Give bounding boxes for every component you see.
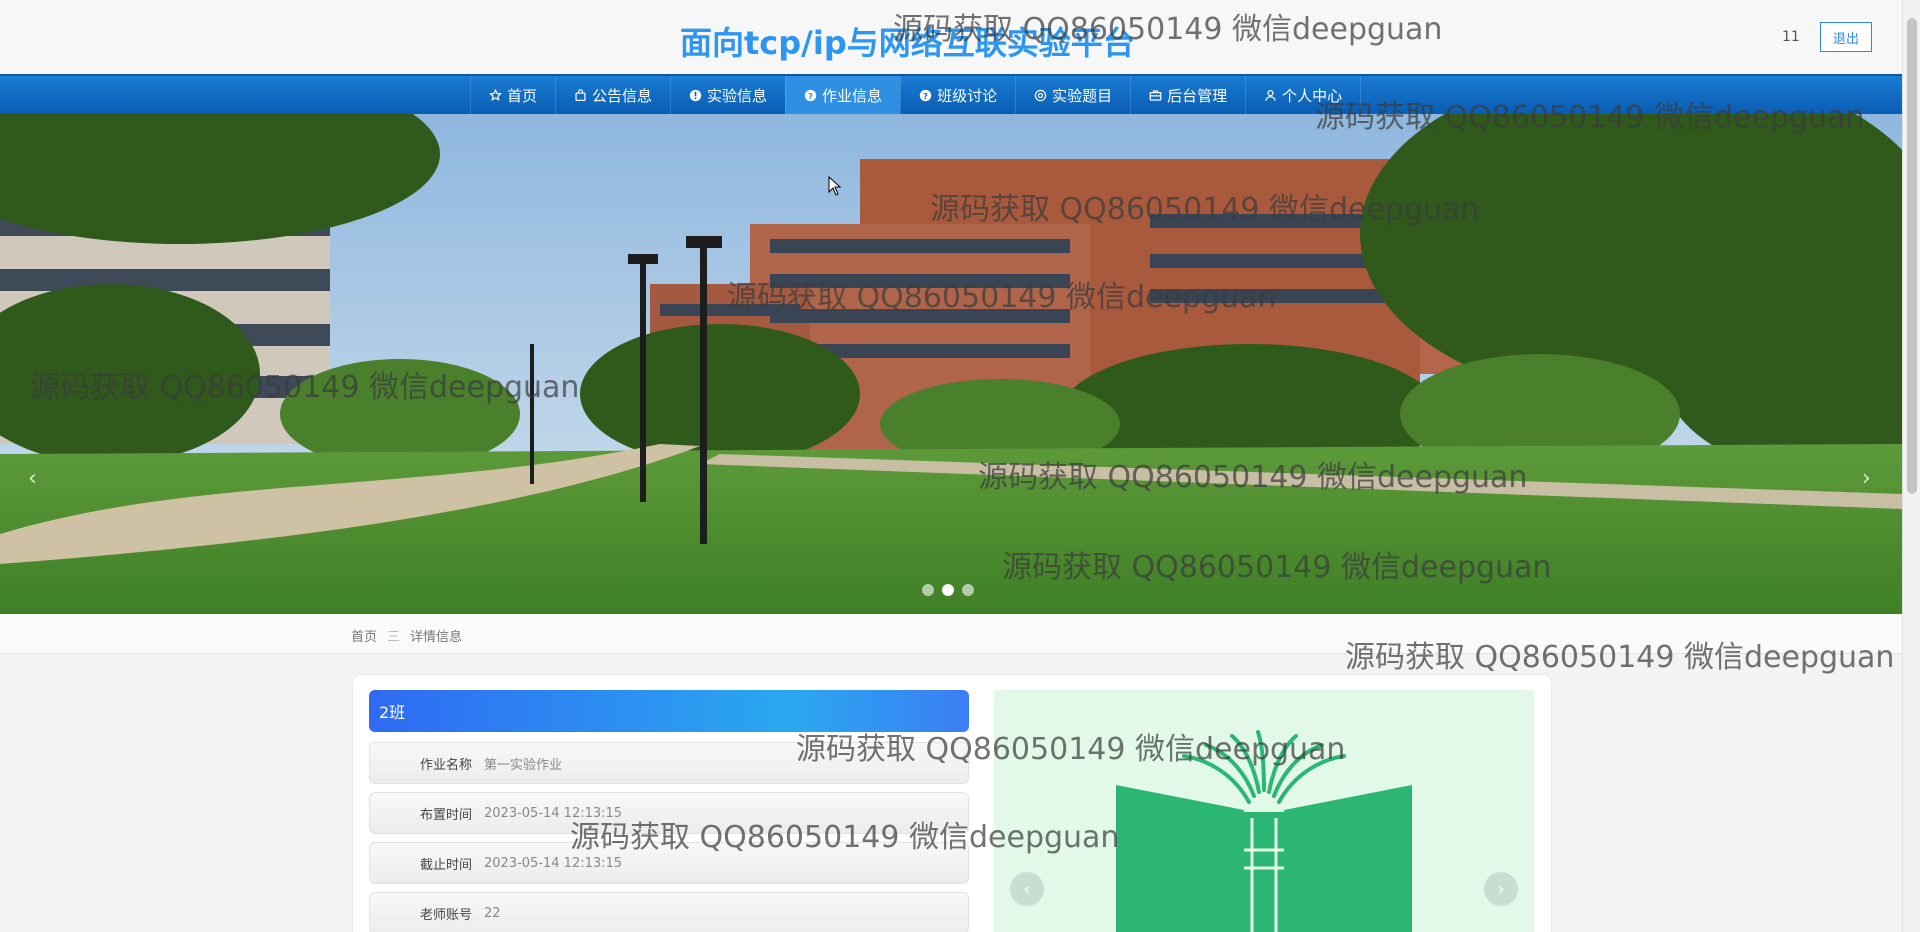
carousel-dot[interactable] bbox=[922, 584, 934, 596]
carousel-dots bbox=[922, 584, 974, 596]
svg-text:?: ? bbox=[808, 90, 813, 100]
breadcrumb-home-link[interactable]: 首页 bbox=[351, 626, 377, 645]
settings-icon bbox=[1034, 89, 1047, 101]
logout-button[interactable]: 退出 bbox=[1820, 22, 1872, 52]
field-label: 老师账号 bbox=[419, 907, 472, 923]
nav-item-experiments[interactable]: 实验信息 bbox=[670, 76, 785, 114]
field-label: 截止时间 bbox=[419, 857, 472, 873]
carousel-dot-active[interactable] bbox=[942, 584, 954, 596]
field-label: 布置时间 bbox=[419, 807, 472, 823]
field-value: 2023-05-14 12:13:15 bbox=[484, 805, 623, 821]
svg-text:?: ? bbox=[923, 90, 928, 100]
nav-item-label: 公告信息 bbox=[592, 86, 653, 105]
field-row-assigned-time: 布置时间 2023-05-14 12:13:15 bbox=[369, 792, 969, 834]
nav-item-homework[interactable]: ? 作业信息 bbox=[785, 76, 901, 114]
mouse-cursor-icon bbox=[828, 176, 842, 196]
nav-item-label: 后台管理 bbox=[1167, 86, 1228, 105]
nav-item-label: 首页 bbox=[507, 86, 538, 105]
carousel-prev-button[interactable]: ‹ bbox=[28, 466, 37, 491]
field-row-deadline: 截止时间 2023-05-14 12:13:15 bbox=[369, 842, 969, 884]
nav-item-label: 个人中心 bbox=[1282, 86, 1343, 105]
carousel-dot[interactable] bbox=[962, 584, 974, 596]
field-value: 第一实验作业 bbox=[484, 757, 563, 773]
nav-item-label: 班级讨论 bbox=[937, 86, 998, 105]
main-nav: 首页 公告信息 实验信息 ? 作业信息 ? 班级讨论 实验题目 后台管理 个人中… bbox=[0, 74, 1902, 114]
breadcrumb: 首页 三 详情信息 bbox=[0, 614, 1902, 654]
image-next-button[interactable]: › bbox=[1484, 872, 1518, 906]
field-label: 作业名称 bbox=[419, 757, 472, 773]
info-icon bbox=[689, 89, 702, 101]
briefcase-icon bbox=[1149, 89, 1162, 101]
star-icon bbox=[489, 88, 502, 101]
page-scrollbar[interactable] bbox=[1902, 0, 1920, 932]
image-prev-button[interactable]: ‹ bbox=[1010, 872, 1044, 906]
user-name[interactable]: 11 bbox=[1782, 29, 1800, 45]
nav-item-class-discussion[interactable]: ? 班级讨论 bbox=[900, 76, 1015, 114]
field-value: 2023-05-14 12:13:15 bbox=[484, 855, 623, 871]
bag-icon bbox=[575, 88, 586, 101]
class-name-header: 2班 bbox=[369, 690, 969, 732]
site-title: 面向tcp/ip与网络互联实验平台 bbox=[680, 24, 1135, 62]
breadcrumb-current: 详情信息 bbox=[410, 630, 463, 645]
question-icon: ? bbox=[919, 89, 932, 101]
top-header: 面向tcp/ip与网络互联实验平台 11 退出 bbox=[0, 0, 1902, 74]
nav-item-label: 作业信息 bbox=[822, 86, 883, 105]
nav-item-experiment-topics[interactable]: 实验题目 bbox=[1015, 76, 1130, 114]
campus-photo bbox=[0, 114, 1902, 614]
homework-image-carousel: ‹ › bbox=[994, 690, 1534, 932]
nav-item-label: 实验题目 bbox=[1052, 86, 1113, 105]
carousel-next-button[interactable]: › bbox=[1862, 466, 1871, 491]
nav-item-announcements[interactable]: 公告信息 bbox=[555, 76, 670, 114]
field-row-homework-name: 作业名称 第一实验作业 bbox=[369, 742, 969, 784]
breadcrumb-separator: 三 bbox=[387, 630, 401, 645]
nav-item-profile[interactable]: 个人中心 bbox=[1245, 76, 1362, 114]
field-value: 22 bbox=[484, 905, 501, 921]
banner-carousel: ‹ › bbox=[0, 114, 1902, 614]
question-icon: ? bbox=[804, 89, 817, 101]
nav-item-label: 实验信息 bbox=[707, 86, 768, 105]
nav-item-home[interactable]: 首页 bbox=[470, 76, 555, 114]
field-row-teacher-account: 老师账号 22 bbox=[369, 892, 969, 932]
open-book-icon bbox=[1116, 730, 1412, 932]
user-icon bbox=[1265, 89, 1276, 101]
scrollbar-thumb[interactable] bbox=[1907, 18, 1917, 494]
nav-item-admin[interactable]: 后台管理 bbox=[1130, 76, 1245, 114]
